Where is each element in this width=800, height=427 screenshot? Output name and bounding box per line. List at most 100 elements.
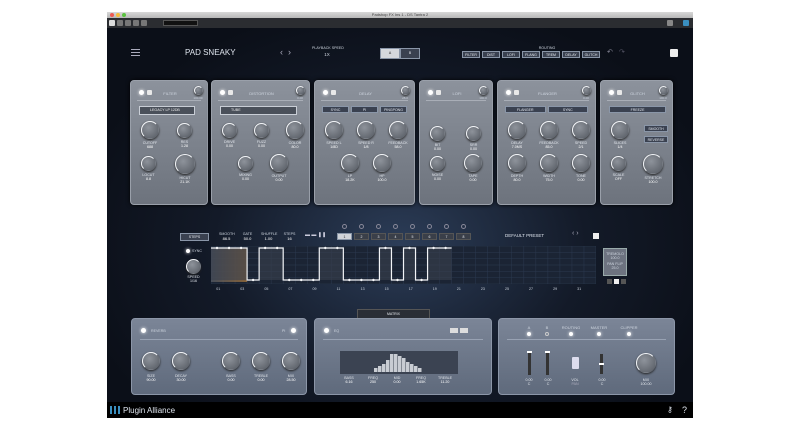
routing-button-glitch[interactable]: GLITCH	[582, 51, 600, 58]
filter-cutoff-knob[interactable]	[141, 121, 159, 139]
flanger-feedback-knob[interactable]	[540, 121, 558, 139]
flanger-speed-knob[interactable]	[572, 121, 590, 139]
routing-button-lofi[interactable]: LOFI	[502, 51, 520, 58]
close-button[interactable]	[110, 13, 114, 17]
preset-prev-icon[interactable]: ‹	[280, 47, 283, 57]
a-button[interactable]: A	[380, 48, 400, 59]
routing-button-filter[interactable]: FILTER	[462, 51, 480, 58]
preset-field[interactable]	[163, 20, 198, 26]
pattern-slot-6[interactable]: 6	[422, 233, 437, 240]
sidechain-icon[interactable]	[683, 20, 689, 26]
zoom-button[interactable]	[122, 13, 126, 17]
glitch-slices-knob[interactable]	[611, 121, 629, 139]
pattern-slot-3[interactable]: 3	[371, 233, 386, 240]
transport-icons[interactable]: ▬ ▬ ❚❚	[305, 232, 326, 238]
filter-type-select[interactable]: LEGACY LP 12DB	[139, 106, 195, 115]
glitch-freeze-button[interactable]: FREEZE	[609, 106, 666, 113]
mixer-led-a[interactable]	[527, 332, 531, 336]
flanger-width-knob[interactable]	[540, 154, 558, 172]
delay-hp-knob[interactable]	[373, 154, 391, 172]
menu-icon[interactable]	[131, 49, 140, 56]
reverb-decay-knob[interactable]	[172, 352, 190, 370]
pattern-slot-1[interactable]: 1	[337, 233, 352, 240]
delay-pingpong-button[interactable]: PINGPONG	[380, 106, 407, 113]
seq-dice-icon[interactable]	[593, 233, 599, 239]
pattern-slot-8[interactable]: 8	[456, 233, 471, 240]
reverb-power-led[interactable]	[141, 328, 146, 333]
mixer-led-clipper[interactable]	[627, 332, 631, 336]
glitch-stretch-knob[interactable]	[643, 154, 663, 174]
mixer-led-routing[interactable]	[569, 332, 573, 336]
lofi-bit-knob[interactable]	[430, 126, 445, 141]
distortion-drive-knob[interactable]	[222, 123, 237, 138]
speed-knob[interactable]	[186, 259, 201, 274]
view-toggle-1[interactable]	[607, 279, 612, 284]
read-icon[interactable]	[125, 20, 131, 26]
lofi-tape-knob[interactable]	[464, 154, 482, 172]
undo-icon[interactable]: ↶	[607, 48, 613, 56]
eq-option-1[interactable]	[450, 328, 458, 333]
flanger-mix-knob[interactable]	[582, 86, 591, 95]
delay-pi-button[interactable]: PI	[351, 106, 378, 113]
flanger-flanger-button[interactable]: FLANGER	[505, 106, 546, 113]
distortion-output-knob[interactable]	[270, 154, 288, 172]
flanger-sync-button[interactable]: SYNC	[547, 106, 588, 113]
randomize-dice-icon[interactable]	[670, 49, 678, 57]
mixer-led-master[interactable]	[597, 332, 601, 336]
settings-icon[interactable]	[141, 20, 147, 26]
distortion-fuzz-knob[interactable]	[254, 123, 269, 138]
mix-knob[interactable]	[636, 353, 656, 373]
fader-b[interactable]	[545, 351, 550, 375]
help-button[interactable]: ?	[682, 405, 687, 415]
eq-param-value[interactable]: 0.00	[385, 380, 409, 385]
key-icon[interactable]: ⚷	[667, 405, 673, 414]
routing-button-dist[interactable]: DIST	[482, 51, 500, 58]
view-toggle-3[interactable]	[621, 279, 626, 284]
minimize-button[interactable]	[116, 13, 120, 17]
flanger-tone-knob[interactable]	[572, 154, 590, 172]
routing-button-trem[interactable]: TREM	[542, 51, 560, 58]
delay-speed-r-knob[interactable]	[357, 121, 375, 139]
write-icon[interactable]	[133, 20, 139, 26]
distortion-mixing-knob[interactable]	[238, 156, 253, 171]
seq-param-steps[interactable]: STEPS 16	[282, 232, 297, 241]
layout-icon[interactable]	[667, 20, 673, 26]
flanger-delay-knob[interactable]	[508, 121, 526, 139]
routing-button-delay[interactable]: DELAY	[562, 51, 580, 58]
delay-sync-button[interactable]: SYNC	[322, 106, 349, 113]
redo-icon[interactable]: ↷	[619, 48, 625, 56]
reverb-treble-knob[interactable]	[252, 352, 270, 370]
eq-param-value[interactable]: 1.65K	[409, 380, 433, 385]
pattern-slot-7[interactable]: 7	[439, 233, 454, 240]
fader-a[interactable]	[527, 351, 532, 375]
steps-mode-button[interactable]: STEPS	[180, 233, 209, 241]
power-icon[interactable]	[109, 20, 115, 26]
flanger-depth-knob[interactable]	[508, 154, 526, 172]
pattern-slot-4[interactable]: 4	[388, 233, 403, 240]
preset-next-icon[interactable]: ›	[288, 47, 291, 57]
tremolo-value[interactable]: 100.0	[604, 256, 626, 260]
glitch-smooth-button[interactable]: SMOOTH	[644, 125, 668, 132]
eq-power-led[interactable]	[324, 328, 329, 333]
distortion-color-knob[interactable]	[286, 121, 304, 139]
compare-icon[interactable]	[117, 20, 123, 26]
lofi-noise-knob[interactable]	[430, 156, 445, 171]
filter-locut-knob[interactable]	[141, 156, 156, 171]
mixer-led-b[interactable]	[545, 332, 549, 336]
delay-mix-knob[interactable]	[401, 86, 410, 95]
pattern-slot-2[interactable]: 2	[354, 233, 369, 240]
reverb-mix-knob[interactable]	[282, 352, 300, 370]
eq-param-value[interactable]: 6.16	[337, 380, 361, 385]
glitch-mix-knob[interactable]	[659, 86, 668, 95]
distortion-mix-knob[interactable]	[296, 86, 305, 95]
step-grid[interactable]	[211, 246, 596, 284]
playback-speed-value[interactable]: 1X	[312, 52, 342, 57]
lofi-mix-knob[interactable]	[479, 86, 488, 95]
delay-feedback-knob[interactable]	[389, 121, 407, 139]
master-fader[interactable]	[599, 354, 604, 374]
seq-param-gate[interactable]: GATE 50.0	[240, 232, 255, 241]
routing-button-flang[interactable]: FLANG	[522, 51, 540, 58]
eq-param-value[interactable]: 11.20	[433, 380, 457, 385]
seq-preset-nav-icon[interactable]: ‹ ›	[572, 230, 579, 237]
pattern-slot-5[interactable]: 5	[405, 233, 420, 240]
